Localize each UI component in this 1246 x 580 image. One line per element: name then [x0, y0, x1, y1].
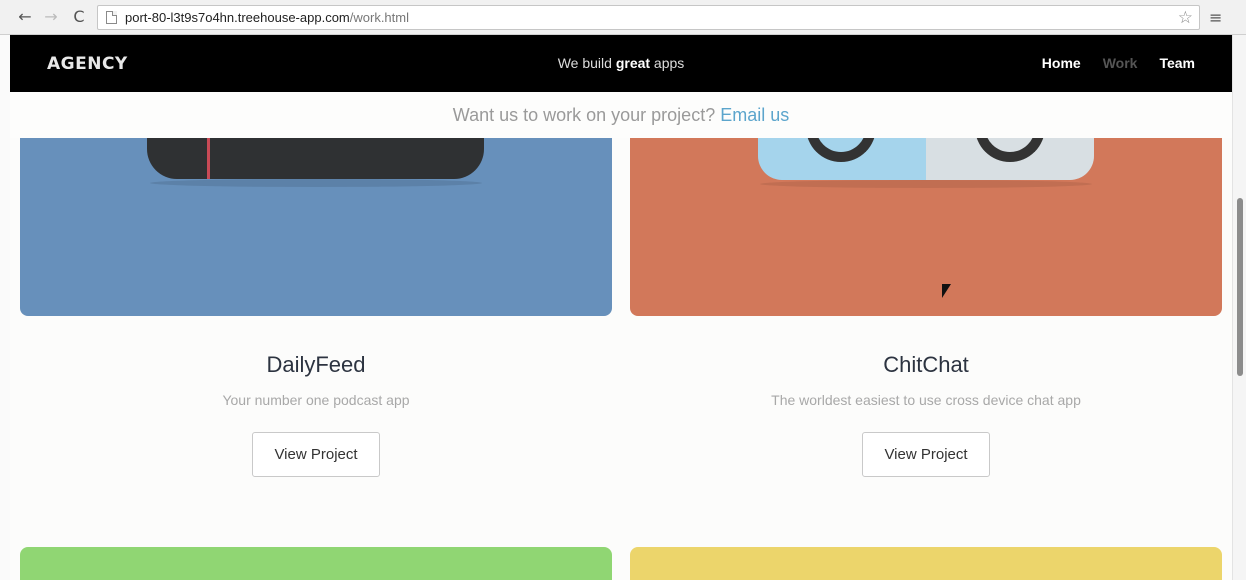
page-icon [106, 11, 117, 24]
mouse-cursor-icon [942, 284, 951, 298]
browser-toolbar: ← → C port-80-l3t9s7o4hn.treehouse-app.c… [0, 0, 1246, 35]
nav-team[interactable]: Team [1159, 55, 1195, 71]
project-thumbnail-chitchat[interactable] [630, 138, 1222, 316]
project-card-chitchat: ChitChat The worldest easiest to use cro… [630, 138, 1222, 477]
project-title: DailyFeed [266, 352, 366, 377]
page-viewport: AGENCY We build great apps Home Work Tea… [10, 35, 1232, 580]
podcast-device-illustration [147, 138, 484, 179]
main-nav: Home Work Team [1042, 55, 1195, 71]
scrollbar-thumb[interactable] [1237, 198, 1243, 376]
site-header: AGENCY We build great apps Home Work Tea… [10, 35, 1232, 92]
project-description: Your number one podcast app [222, 392, 410, 408]
url-path: /work.html [349, 10, 409, 25]
scrollbar[interactable] [1232, 35, 1246, 580]
tagline-prefix: We build [557, 55, 616, 71]
device-accent-line [207, 138, 210, 179]
view-project-button[interactable]: View Project [862, 432, 990, 477]
email-us-link[interactable]: Email us [720, 105, 789, 125]
project-thumbnail-next-right[interactable] [630, 547, 1222, 580]
nav-work[interactable]: Work [1103, 55, 1138, 71]
forward-icon[interactable]: → [42, 8, 60, 26]
tagline-suffix: apps [650, 55, 685, 71]
chat-shadow [760, 180, 1092, 188]
bookmark-star-icon[interactable]: ☆ [1178, 8, 1193, 28]
reload-icon[interactable]: C [70, 8, 88, 26]
url-host: port-80-l3t9s7o4hn.treehouse-app.com [125, 10, 350, 25]
project-title: ChitChat [883, 352, 969, 377]
nav-home[interactable]: Home [1042, 55, 1081, 71]
browser-menu-icon[interactable]: ≡ [1209, 8, 1222, 27]
view-project-button[interactable]: View Project [252, 432, 380, 477]
project-thumbnail-dailyfeed[interactable] [20, 138, 612, 316]
project-description: The worldest easiest to use cross device… [771, 392, 1081, 408]
project-thumbnail-next-left[interactable] [20, 547, 612, 580]
address-bar[interactable]: port-80-l3t9s7o4hn.treehouse-app.com/wor… [97, 5, 1200, 30]
url-text: port-80-l3t9s7o4hn.treehouse-app.com/wor… [125, 10, 409, 25]
device-shadow [150, 179, 482, 187]
back-icon[interactable]: ← [16, 8, 34, 26]
cta-text: Want us to work on your project? [452, 105, 721, 125]
tagline-bold: great [615, 55, 651, 71]
project-card-dailyfeed: DailyFeed Your number one podcast app Vi… [20, 138, 612, 477]
cta-banner: Want us to work on your project? Email u… [10, 92, 1232, 138]
